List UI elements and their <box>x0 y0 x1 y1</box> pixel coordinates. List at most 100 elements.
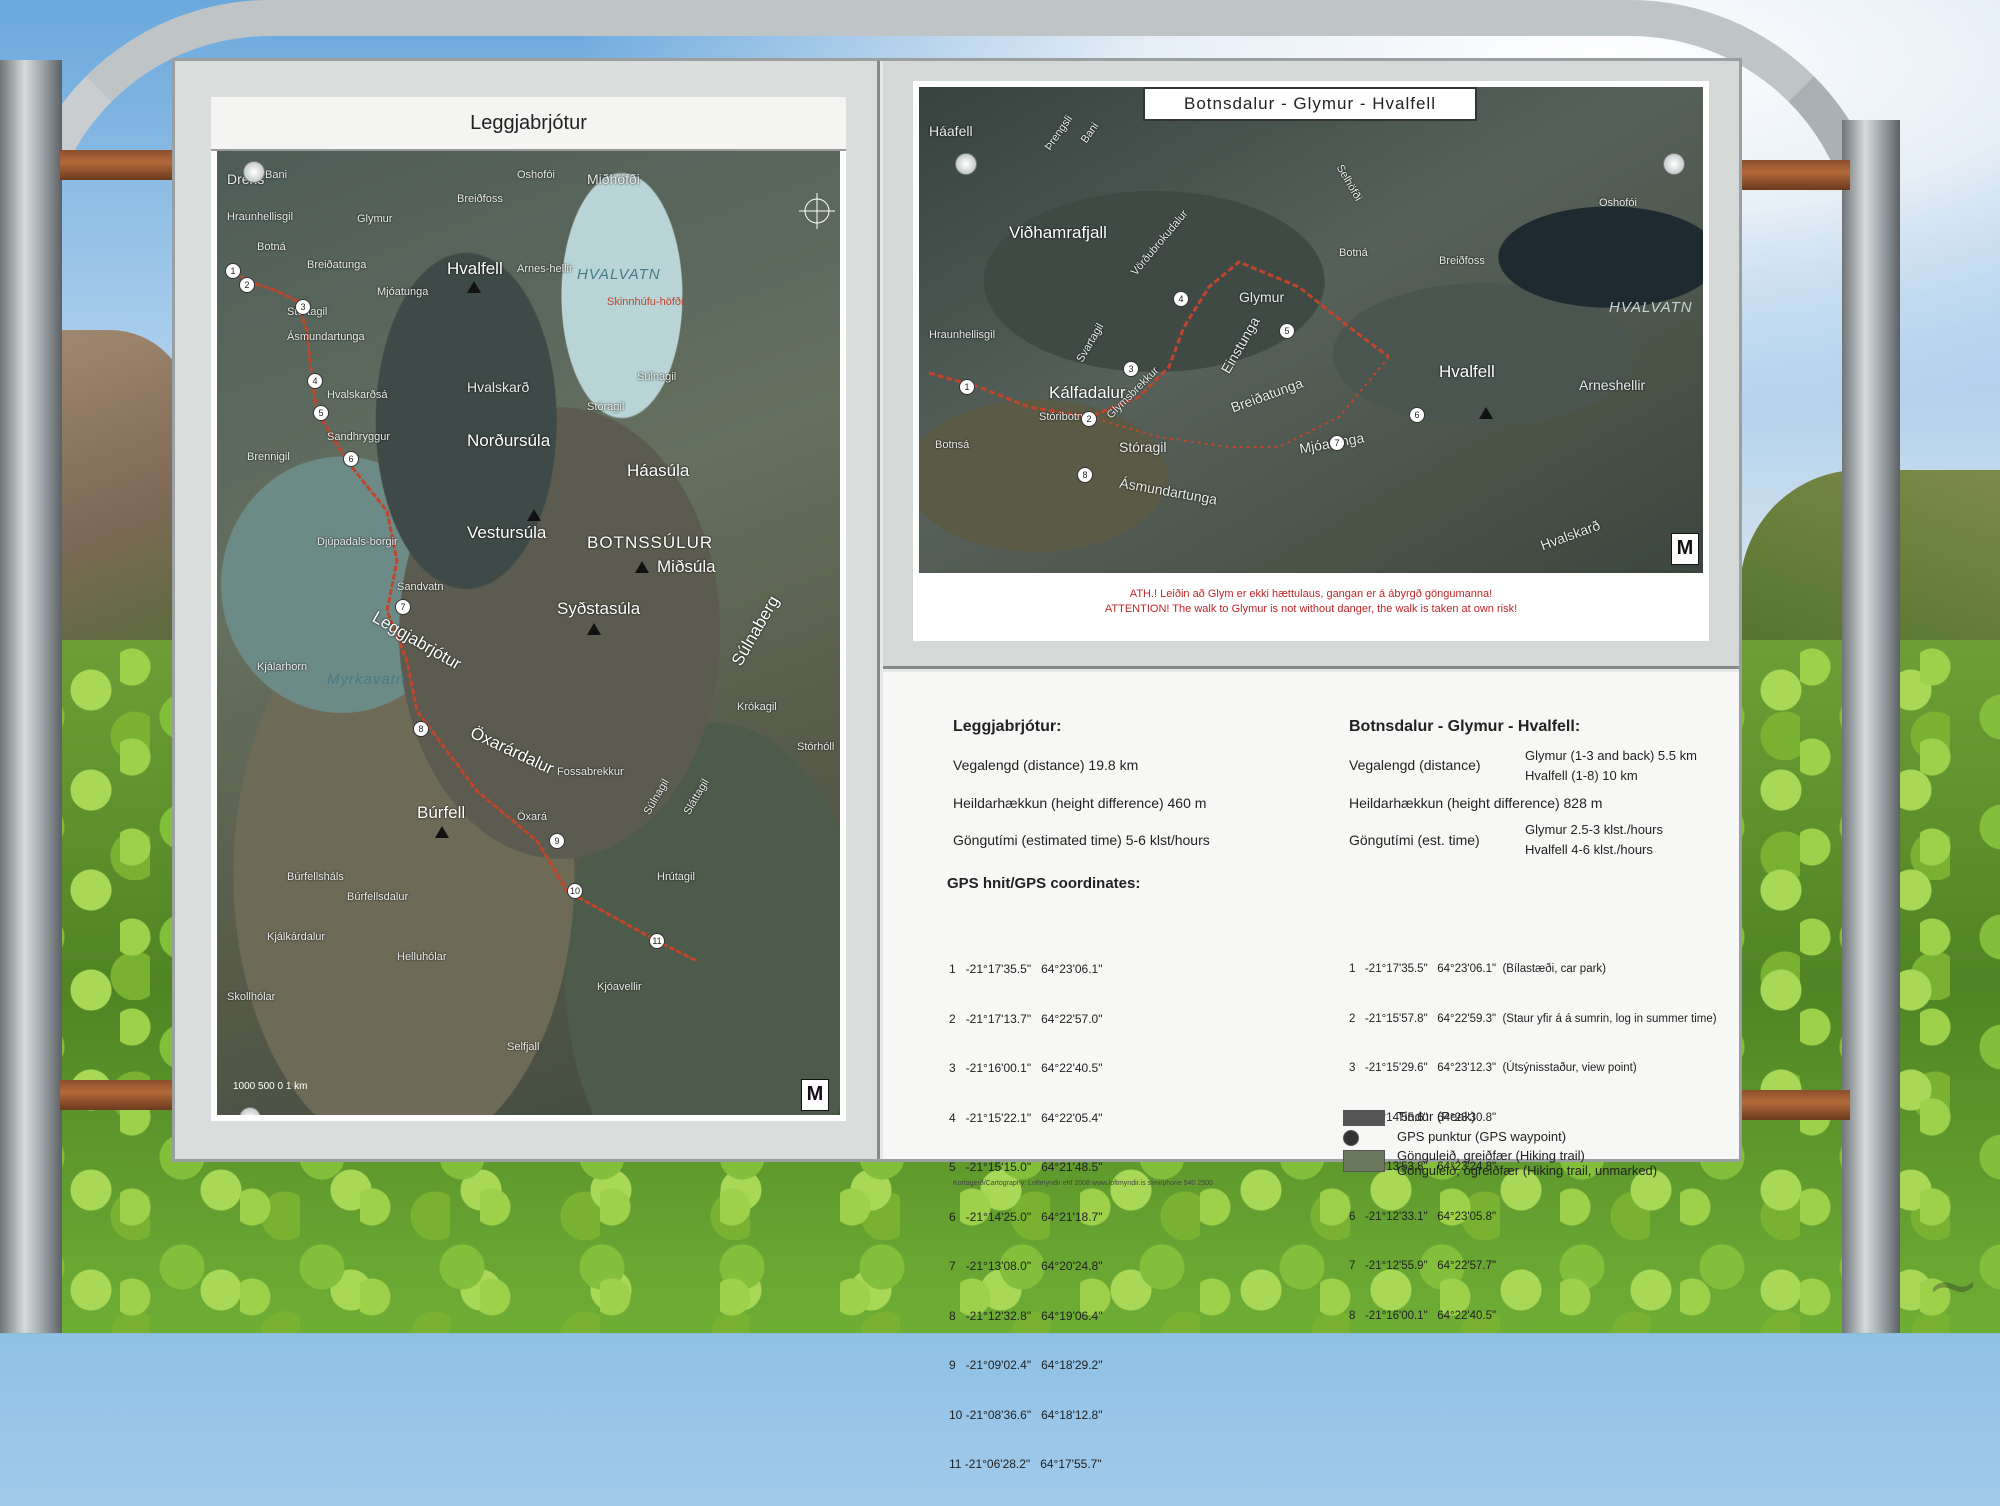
waypoint-marker: 6 <box>343 451 359 467</box>
loftmyndir-logo: M <box>1671 533 1699 565</box>
photo-scene: Leggjabrjótur Drens Bani Oshofói Miðhöfð… <box>0 0 2000 1471</box>
map-label: Stóragil <box>587 401 625 413</box>
map-label: Glymur <box>1239 289 1285 305</box>
right-time-2: Hvalfell 4-6 klst./hours <box>1525 842 1653 857</box>
right-top-panel: Háafell Þrengsli Bani Oshofói Viðhamrafj… <box>883 61 1739 669</box>
photographer-watermark: ~ <box>1926 1249 1980 1323</box>
cartography-credit: Kortagerð/Cartography: Loftmyndir ehf 20… <box>953 1180 1213 1187</box>
scale-bar: 1000 500 0 1 km <box>233 1081 308 1092</box>
map-label: Hvalfell <box>447 259 503 278</box>
waypoint-marker: 11 <box>649 933 665 949</box>
map-label: Háafell <box>929 123 973 139</box>
bolt <box>243 161 265 183</box>
coordinate-row: 2 -21°15'57.8" 64°22'59.3" (Staur yfir á… <box>1349 1012 1717 1025</box>
map-label: Arneshellir <box>1579 377 1646 393</box>
map-label: Sandvatn <box>397 581 444 593</box>
waypoint-marker: 2 <box>1081 411 1097 427</box>
map-label: Breiðfoss <box>1439 255 1485 267</box>
right-height: Heildarhækkun (height difference) 828 m <box>1349 795 1603 811</box>
left-map: Drens Bani Oshofói Miðhöfði Hraunhellisg… <box>217 151 840 1115</box>
map-label: Hraunhellisgil <box>227 211 294 223</box>
map-label: Búrfellsháls <box>287 871 344 883</box>
coordinate-row: 8 -21°16'00.1" 64°22'40.5" <box>1349 1309 1497 1322</box>
bolt <box>955 153 977 175</box>
map-label: Norðursúla <box>467 431 551 450</box>
left-map-frame: Leggjabrjótur Drens Bani Oshofói Miðhöfð… <box>211 97 846 1121</box>
right-distance-label: Vegalengd (distance) <box>1349 757 1481 773</box>
map-label: Hraunhellisgil <box>929 329 996 341</box>
map-label: Botnsá <box>935 439 970 451</box>
heading-text: Botnsdalur - Glymur - Hvalfell: <box>1349 718 1581 735</box>
map-label: Sandhryggur <box>327 431 390 443</box>
map-label: Vestursúla <box>467 523 547 542</box>
map-label: Háasúla <box>627 461 690 480</box>
map-label: Viðhamrafjall <box>1009 223 1107 242</box>
coordinate-row: 5 -21°15'15.0" 64°21'48.5" <box>949 1160 1103 1174</box>
map-label: Skinnhúfu-höfði <box>607 296 684 308</box>
coordinate-row: 11 -21°06'28.2" 64°17'55.7" <box>949 1457 1102 1471</box>
rusty-rail <box>60 1080 180 1110</box>
coordinate-row: 9 -21°09'02.4" 64°18'29.2" <box>949 1358 1103 1372</box>
coordinate-row: 2 -21°17'13.7" 64°22'57.0" <box>949 1011 1103 1026</box>
map-label: Myrkavatn <box>327 671 406 688</box>
waypoint-marker: 3 <box>295 299 311 315</box>
coordinate-row: 1 -21°17'35.5" 64°23'06.1" (Bílastæði, c… <box>1349 963 1606 975</box>
map-label: Miðsúla <box>657 557 716 576</box>
coordinate-row: 4 -21°15'22.1" 64°22'05.4" <box>949 1110 1103 1125</box>
map-label: Stórhóll <box>797 741 835 753</box>
waypoint-marker: 4 <box>1173 291 1189 307</box>
coordinate-row: 3 -21°15'29.6" 64°23'12.3" (Útsýnisstaðu… <box>1349 1062 1637 1074</box>
map-label: Helluhólar <box>397 951 447 963</box>
map-label: Selfjall <box>507 1041 540 1053</box>
left-route-heading: Leggjabrjótur: <box>953 718 1061 736</box>
map-label: Syðstasúla <box>557 599 641 618</box>
map-label: Krókagil <box>737 701 777 713</box>
heading-text: Leggjabrjótur: <box>953 718 1062 735</box>
map-label: Arnes-hellir <box>517 263 573 275</box>
warning-icelandic: ATH.! Leiðin að Glym er ekki hættulaus, … <box>1129 588 1493 600</box>
peak-icon <box>467 281 481 293</box>
rusty-rail <box>60 150 180 180</box>
coordinate-row: 1 -21°17'35.5" 64°23'06.1" <box>949 962 1103 976</box>
coordinate-row: 10 -21°08'36.6" 64°18'12.8" <box>949 1407 1103 1422</box>
map-label: Ásmundartunga <box>287 331 365 343</box>
map-label: Hvalfell <box>1439 362 1495 381</box>
right-map-frame: Háafell Þrengsli Bani Oshofói Viðhamrafj… <box>913 81 1709 641</box>
waypoint-marker: 2 <box>239 277 255 293</box>
map-label: Súlnagil <box>637 371 677 383</box>
coordinate-row: 7 -21°12'55.9" 64°22'57.7" <box>1349 1260 1497 1272</box>
metal-post-right <box>1842 120 1900 1333</box>
metal-post-left <box>0 60 62 1333</box>
map-label: Breiðfoss <box>457 193 503 205</box>
waypoint-marker: 7 <box>395 599 411 615</box>
coordinate-row: 3 -21°16'00.1" 64°22'40.5" <box>949 1061 1103 1075</box>
map-label: Breiðatunga <box>307 259 367 271</box>
waypoint-marker: 9 <box>549 833 565 849</box>
map-label: Botná <box>1339 247 1368 259</box>
peak-icon <box>1479 407 1493 419</box>
map-label: Stóribotn <box>1039 411 1084 423</box>
gps-heading: GPS hnit/GPS coordinates: <box>947 875 1140 892</box>
right-distance-1: Glymur (1-3 and back) 5.5 km <box>1525 748 1697 763</box>
peak-legend-swatch <box>1343 1110 1385 1126</box>
waypoint-marker: 7 <box>1329 435 1345 451</box>
right-map: Háafell Þrengsli Bani Oshofói Viðhamrafj… <box>919 87 1703 573</box>
map-label: Oshofói <box>1599 197 1637 209</box>
map-label: HVALVATN <box>577 266 661 283</box>
information-board: Leggjabrjótur Drens Bani Oshofói Miðhöfð… <box>172 58 1742 1471</box>
peak-icon <box>587 623 601 635</box>
waypoint-marker: 8 <box>1077 467 1093 483</box>
left-panel: Leggjabrjótur Drens Bani Oshofói Miðhöfð… <box>175 61 880 1159</box>
right-distance-2: Hvalfell (1-8) 10 km <box>1525 768 1638 783</box>
map-label: Hvalskarð <box>467 379 530 395</box>
map-label: Fossabrekkur <box>557 766 624 778</box>
map-label: Skollhólar <box>227 991 276 1003</box>
map-label: BOTNSSÚLUR <box>587 533 714 552</box>
map-label: Kjóavellir <box>597 981 642 993</box>
map-label: Oshofói <box>517 169 555 181</box>
map-label: Miðhöfði <box>587 171 640 187</box>
loftmyndir-logo: M <box>801 1079 829 1111</box>
danger-warning: ATH.! Leiðin að Glym er ekki hættulaus, … <box>919 577 1703 633</box>
map-label: Hvalskarðsá <box>327 389 388 401</box>
waypoint-marker: 5 <box>313 405 329 421</box>
